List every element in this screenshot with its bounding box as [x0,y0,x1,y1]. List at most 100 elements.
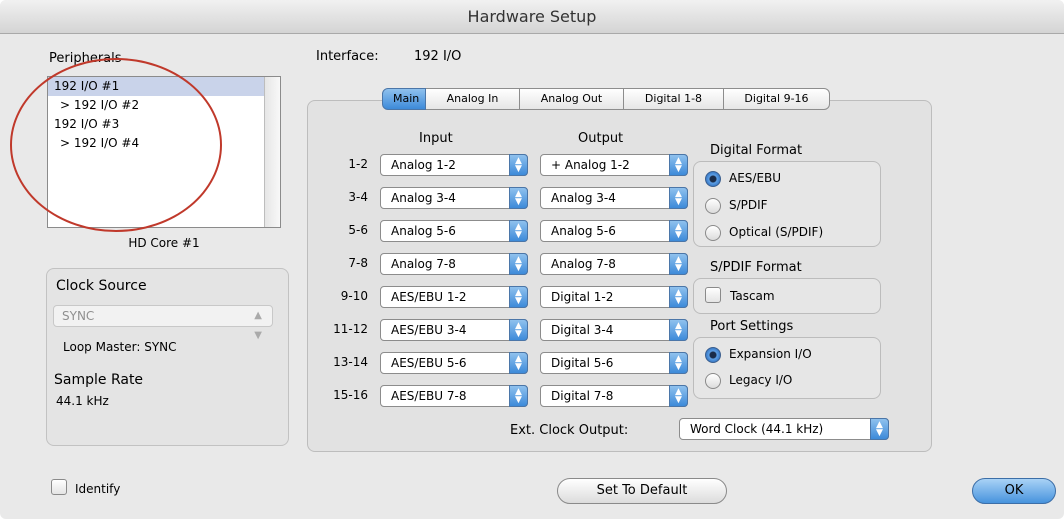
channel-label: 5-6 [348,223,368,237]
digital-format-optical[interactable]: Optical (S/PDIF) [705,223,875,243]
ext-clock-output-label: Ext. Clock Output: [510,423,629,438]
up-down-arrows-icon: ▲ ▼ [669,253,688,275]
input-select[interactable]: AES/EBU 5-6 ▲ ▼ [380,352,528,374]
port-legacy-io[interactable]: Legacy I/O [705,371,875,391]
clock-source-value: SYNC [62,309,95,323]
clock-source-select: SYNC ▲ ▼ [53,305,273,341]
ok-button[interactable]: OK [972,478,1056,504]
up-down-arrows-icon: ▲ ▼ [509,319,528,341]
port-settings-title: Port Settings [710,319,794,334]
output-select[interactable]: Digital 7-8 ▲ ▼ [540,385,688,407]
digital-format-title: Digital Format [710,143,803,158]
output-select[interactable]: Digital 5-6 ▲ ▼ [540,352,688,374]
spdif-format-title: S/PDIF Format [710,260,802,275]
output-select[interactable]: + Analog 1-2 ▲ ▼ [540,154,688,176]
ext-clock-output-select[interactable]: Word Clock (44.1 kHz) ▲ ▼ [679,418,889,440]
input-select-value: AES/EBU 7-8 [391,389,467,403]
output-select[interactable]: Digital 3-4 ▲ ▼ [540,319,688,341]
radio-label: AES/EBU [729,171,782,185]
up-down-arrows-icon: ▲ ▼ [509,154,528,176]
hd-core-label: HD Core #1 [128,236,200,250]
output-select-value: Digital 1-2 [551,290,614,304]
tab-digital-9-16[interactable]: Digital 9-16 [724,88,830,110]
output-select[interactable]: Analog 3-4 ▲ ▼ [540,187,688,209]
tab-digital-1-8[interactable]: Digital 1-8 [624,88,724,110]
digital-format-spdif[interactable]: S/PDIF [705,196,875,216]
input-select[interactable]: Analog 1-2 ▲ ▼ [380,154,528,176]
interface-value: 192 I/O [414,49,462,64]
channel-label: 15-16 [333,388,368,402]
radio-label: Expansion I/O [729,347,812,361]
spdif-format-group [693,278,881,314]
channel-label: 3-4 [348,190,368,204]
digital-format-aes-ebu[interactable]: AES/EBU [705,169,875,189]
up-down-arrows-icon: ▲ ▼ [509,352,528,374]
tascam-label: Tascam [730,289,775,303]
channel-label: 1-2 [348,157,368,171]
channel-label: 11-12 [333,322,368,336]
input-select-value: AES/EBU 3-4 [391,323,467,337]
sample-rate-title: Sample Rate [54,372,144,388]
input-select[interactable]: AES/EBU 3-4 ▲ ▼ [380,319,528,341]
up-down-arrows-icon: ▲ ▼ [669,319,688,341]
input-select[interactable]: AES/EBU 7-8 ▲ ▼ [380,385,528,407]
tab-analog-in[interactable]: Analog In [426,88,520,110]
up-down-arrows-icon: ▲ ▼ [669,352,688,374]
output-select-value: Analog 7-8 [551,257,616,271]
output-select-value: Analog 5-6 [551,224,616,238]
radio-button[interactable] [705,373,721,389]
output-column-header: Output [578,131,624,146]
clock-source-group [46,268,289,446]
up-down-arrows-icon: ▲ ▼ [669,385,688,407]
up-down-arrows-icon: ▲ ▼ [509,187,528,209]
radio-button[interactable] [705,347,721,363]
output-select[interactable]: Analog 7-8 ▲ ▼ [540,253,688,275]
identify-checkbox[interactable] [51,479,67,495]
input-select-value: AES/EBU 5-6 [391,356,467,370]
clock-source-title: Clock Source [56,278,147,294]
output-select[interactable]: Analog 5-6 ▲ ▼ [540,220,688,242]
tascam-checkbox[interactable] [705,287,721,303]
interface-label: Interface: [316,49,379,64]
channel-label: 7-8 [348,256,368,270]
highlight-circle [10,58,222,232]
up-down-arrows-icon: ▲ ▼ [509,253,528,275]
up-down-arrows-icon: ▲ ▼ [509,385,528,407]
radio-button[interactable] [705,171,721,187]
radio-button[interactable] [705,225,721,241]
tab-main[interactable]: Main [382,88,426,110]
port-expansion-io[interactable]: Expansion I/O [705,345,875,365]
input-select[interactable]: Analog 5-6 ▲ ▼ [380,220,528,242]
channel-label: 13-14 [333,355,368,369]
hardware-setup-window: Hardware Setup Interface: 192 I/O Periph… [0,0,1064,519]
up-down-arrows-icon: ▲ ▼ [509,286,528,308]
channel-label: 9-10 [340,289,368,303]
input-select-value: Analog 5-6 [391,224,456,238]
ext-clock-output-value: Word Clock (44.1 kHz) [690,422,824,436]
input-select-value: Analog 3-4 [391,191,456,205]
peripherals-scrollbar[interactable] [264,77,280,227]
tab-bar: Main Analog In Analog Out Digital 1-8 Di… [382,88,830,110]
up-down-arrows-icon: ▲ ▼ [669,286,688,308]
up-down-arrows-icon: ▲ ▼ [669,187,688,209]
radio-label: Optical (S/PDIF) [729,225,824,239]
up-down-arrows-icon: ▲ ▼ [669,220,688,242]
input-select[interactable]: AES/EBU 1-2 ▲ ▼ [380,286,528,308]
up-down-arrows-icon: ▲ ▼ [254,310,262,341]
output-select[interactable]: Digital 1-2 ▲ ▼ [540,286,688,308]
sample-rate-value: 44.1 kHz [56,394,109,408]
identify-label: Identify [75,482,121,496]
output-select-value: Digital 7-8 [551,389,614,403]
radio-label: S/PDIF [729,198,768,212]
radio-button[interactable] [705,198,721,214]
set-to-default-button[interactable]: Set To Default [557,478,727,504]
output-select-value: Digital 5-6 [551,356,614,370]
up-down-arrows-icon: ▲ ▼ [669,154,688,176]
input-select[interactable]: Analog 7-8 ▲ ▼ [380,253,528,275]
tab-analog-out[interactable]: Analog Out [520,88,624,110]
output-select-value: Analog 3-4 [551,191,616,205]
up-down-arrows-icon: ▲ ▼ [870,418,889,440]
input-select[interactable]: Analog 3-4 ▲ ▼ [380,187,528,209]
output-select-value: + Analog 1-2 [551,158,630,172]
input-select-value: Analog 7-8 [391,257,456,271]
